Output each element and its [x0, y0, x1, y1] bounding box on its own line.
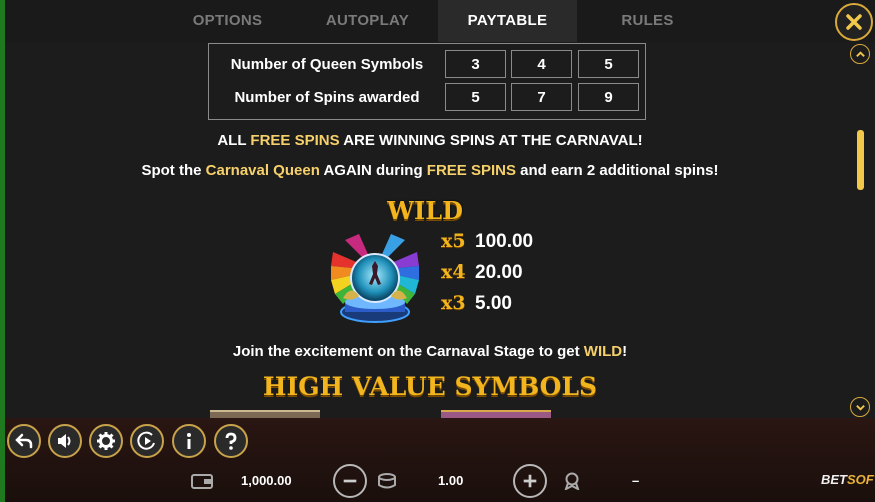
- table-cell: 5: [578, 50, 639, 78]
- spins-awarded-label: Number of Spins awarded: [234, 89, 420, 106]
- scroll-down-button[interactable]: [850, 397, 870, 417]
- multiplier-label: x3: [441, 292, 466, 314]
- info-button[interactable]: [172, 424, 206, 458]
- minus-icon: [343, 479, 357, 483]
- tab-rules[interactable]: RULES: [585, 0, 710, 42]
- text-part: and earn 2 additional spins!: [515, 162, 719, 179]
- table-cell: 7: [511, 83, 572, 111]
- scrollbar-thumb[interactable]: [857, 130, 864, 190]
- help-icon: [225, 432, 237, 450]
- high-value-symbols-title: HIGH VALUE SYMBOLS: [262, 372, 598, 401]
- plus-icon: [523, 474, 537, 488]
- gear-icon: [97, 432, 115, 450]
- table-cell: 4: [511, 50, 572, 78]
- win-value: –: [632, 473, 640, 488]
- logo-part: SOFT: [847, 472, 875, 487]
- multiplier-label: x5: [441, 230, 466, 252]
- text-part: ALL: [217, 132, 251, 149]
- sound-button[interactable]: [48, 424, 82, 458]
- free-spins-text: ALL FREE SPINS ARE WINNING SPINS AT THE …: [5, 132, 855, 149]
- wild-title: WILD: [387, 196, 463, 225]
- tab-autoplay[interactable]: AUTOPLAY: [300, 0, 435, 42]
- symbol-preview: [210, 410, 320, 418]
- autoplay-button[interactable]: [130, 424, 164, 458]
- table-cell: 9: [578, 83, 639, 111]
- highlight-text: FREE SPINS: [426, 162, 516, 179]
- coins-icon: [378, 473, 396, 489]
- table-row: Number of Spins awarded 5 7 9: [209, 83, 645, 113]
- sound-icon: [58, 434, 71, 448]
- tab-options[interactable]: OPTIONS: [165, 0, 290, 42]
- queen-symbols-label: Number of Queen Symbols: [230, 56, 424, 73]
- bottom-control-bar: 1,000.00 1.00 – BETSOFT: [5, 418, 875, 502]
- betsoft-logo: BETSOFT: [821, 472, 875, 487]
- stage-wild-text: Join the excitement on the Carnaval Stag…: [5, 343, 855, 360]
- logo-part: BET: [821, 472, 847, 487]
- table-row: Number of Queen Symbols 3 4 5: [209, 50, 645, 80]
- highlight-text: Carnaval Queen: [205, 162, 320, 179]
- text-part: AGAIN during: [319, 162, 427, 179]
- payout-value: 100.00: [475, 231, 534, 252]
- scroll-up-button[interactable]: [850, 44, 870, 64]
- back-icon: [15, 433, 33, 449]
- back-button[interactable]: [7, 424, 41, 458]
- symbol-preview: [441, 410, 551, 418]
- help-button[interactable]: [214, 424, 248, 458]
- autoplay-icon: [137, 431, 155, 450]
- award-icon: [564, 472, 580, 490]
- settings-button[interactable]: [89, 424, 123, 458]
- paytable-content: Number of Queen Symbols 3 4 5 Number of …: [5, 42, 855, 418]
- info-icon: [187, 433, 191, 449]
- decrease-bet-button[interactable]: [333, 464, 367, 498]
- table-cell: 5: [445, 83, 506, 111]
- balance-value: 1,000.00: [241, 473, 292, 488]
- payout-value: 5.00: [475, 293, 512, 314]
- multiplier-label: x4: [441, 261, 466, 283]
- chevron-up-icon: [855, 50, 865, 57]
- close-button[interactable]: [835, 3, 873, 41]
- text-part: Spot the: [141, 162, 206, 179]
- highlight-text: WILD: [583, 343, 623, 360]
- bet-value: 1.00: [438, 473, 464, 488]
- payout-value: 20.00: [475, 262, 523, 283]
- tab-bar: OPTIONS AUTOPLAY PAYTABLE RULES: [5, 0, 875, 42]
- text-part: ARE WINNING SPINS AT THE CARNAVAL!: [339, 132, 643, 149]
- close-icon: [846, 14, 862, 30]
- table-cell: 3: [445, 50, 506, 78]
- chevron-down-icon: [855, 404, 865, 411]
- text-part: Join the excitement on the Carnaval Stag…: [232, 343, 584, 360]
- queen-spins-table: Number of Queen Symbols 3 4 5 Number of …: [208, 43, 646, 120]
- wild-symbol-image: [331, 234, 419, 323]
- queen-again-text: Spot the Carnaval Queen AGAIN during FRE…: [5, 162, 855, 179]
- tab-paytable[interactable]: PAYTABLE: [438, 0, 577, 42]
- text-part: !: [622, 343, 628, 360]
- wallet-icon: [191, 474, 213, 489]
- increase-bet-button[interactable]: [513, 464, 547, 498]
- highlight-text: FREE SPINS: [250, 132, 340, 149]
